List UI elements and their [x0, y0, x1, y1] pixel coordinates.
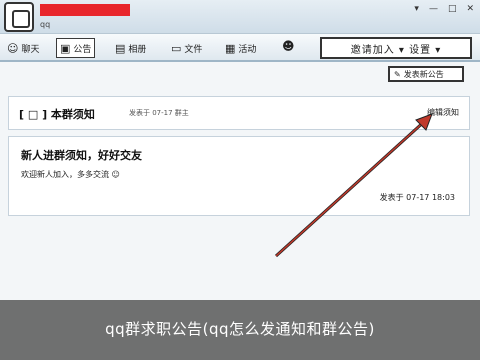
album-icon: ▤ [115, 41, 126, 55]
tab-label: 相册 [128, 44, 147, 55]
notice-title: [ □ ] 本群须知 [19, 108, 95, 121]
tab-label: 文件 [184, 44, 203, 55]
tab-notice[interactable]: ▣ 公告 [56, 38, 96, 58]
announcement-card[interactable]: 新人进群须知，好好交友 欢迎新人加入，多多交流 ☺ 发表于 07-17 18:0… [8, 136, 470, 216]
notice-meta: 发表于 07-17 群主 [129, 109, 189, 117]
tab-album[interactable]: ▤ 相册 [112, 38, 149, 58]
announcement-body: 欢迎新人加入，多多交流 ☺ [21, 170, 120, 179]
publish-notice-button[interactable]: ✎ 发表新公告 [388, 66, 464, 82]
maximize-icon[interactable]: □ [448, 4, 457, 14]
pinned-notice-card[interactable]: [ □ ] 本群须知 发表于 07-17 群主 编辑须知 [8, 96, 470, 130]
tab-activity[interactable]: ▦ 活动 [222, 38, 259, 58]
caption-text: qq群求职公告(qq怎么发通知和群公告) [105, 320, 375, 338]
grid-icon: ▦ [225, 41, 236, 55]
window-controls: ▾ — □ ✕ [414, 4, 474, 14]
folder-icon: ▭ [171, 41, 182, 55]
tab-label: 聊天 [21, 44, 40, 55]
group-name-redacted [40, 4, 130, 16]
invite-settings-button[interactable]: 邀请加入 ▾ 设置 ▾ [320, 37, 472, 59]
tab-label: 活动 [238, 44, 257, 55]
more-apps-icon[interactable]: ☻ [282, 39, 295, 53]
announcement-time: 发表于 07-17 18:03 [379, 193, 455, 202]
group-subtitle: qq [40, 20, 51, 29]
tab-chat[interactable]: ☺ 聊天 [4, 38, 42, 58]
close-icon[interactable]: ✕ [466, 4, 474, 14]
tab-toolbar: ☺ 聊天 ▣ 公告 ▤ 相册 ▭ 文件 ▦ 活动 ☻ 邀请加入 ▾ 设置 ▾ [0, 34, 480, 62]
publish-label: 发表新公告 [403, 69, 444, 79]
chat-icon: ☺ [7, 41, 19, 55]
edit-icon: ✎ [394, 69, 401, 79]
group-avatar[interactable] [4, 2, 34, 32]
tab-files[interactable]: ▭ 文件 [168, 38, 205, 58]
dropdown-icon[interactable]: ▾ [414, 4, 419, 14]
minimize-icon[interactable]: — [429, 4, 438, 14]
announcement-title: 新人进群须知，好好交友 [21, 149, 142, 162]
edit-notice-link[interactable]: 编辑须知 [427, 107, 459, 118]
title-bar: qq ▾ — □ ✕ [0, 0, 480, 34]
notice-icon: ▣ [60, 41, 71, 55]
tab-label: 公告 [73, 44, 92, 55]
